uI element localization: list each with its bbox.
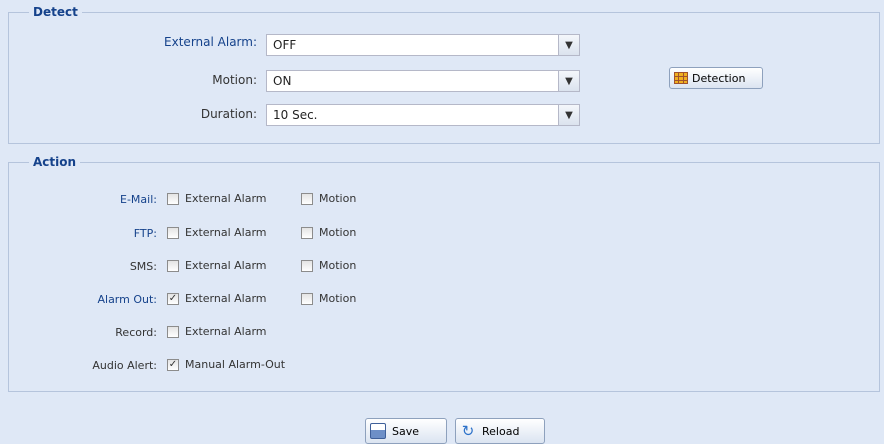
- sms-motion-option: Motion: [301, 259, 356, 272]
- external-alarm-select[interactable]: OFF ▼: [266, 34, 580, 56]
- ftp-external-alarm-label: External Alarm: [185, 226, 267, 239]
- detection-button[interactable]: Detection: [669, 67, 763, 89]
- alarm-out-label: Alarm Out:: [97, 293, 157, 306]
- ftp-external-alarm-checkbox[interactable]: [167, 226, 179, 239]
- action-legend: Action: [29, 155, 81, 169]
- alarm-out-external-alarm-label: External Alarm: [185, 292, 267, 305]
- audio-alert-manual-alarm-out-label: Manual Alarm-Out: [185, 358, 286, 371]
- sms-external-alarm-label: External Alarm: [185, 259, 267, 272]
- email-options: External Alarm: [167, 192, 267, 205]
- motion-select[interactable]: ON ▼: [266, 70, 580, 92]
- email-external-alarm-label: External Alarm: [185, 192, 267, 205]
- alarm-out-options: ✓ External Alarm: [167, 292, 267, 305]
- sms-motion-label: Motion: [319, 259, 357, 272]
- ftp-motion-checkbox[interactable]: [301, 226, 313, 239]
- record-options: External Alarm: [167, 325, 267, 338]
- audio-alert-options: ✓ Manual Alarm-Out: [167, 358, 285, 371]
- grid-icon: [674, 72, 688, 84]
- email-external-alarm-checkbox[interactable]: [167, 192, 179, 205]
- email-motion-option: Motion: [301, 192, 356, 205]
- record-label: Record:: [115, 326, 157, 339]
- sms-options: External Alarm: [167, 259, 267, 272]
- alarm-out-motion-label: Motion: [319, 292, 357, 305]
- audio-alert-label: Audio Alert:: [92, 359, 157, 372]
- action-section: Action E-Mail: External Alarm Motion FTP…: [8, 155, 880, 392]
- email-label: E-Mail:: [120, 193, 157, 206]
- alarm-out-motion-checkbox[interactable]: [301, 292, 313, 305]
- alarm-out-motion-option: Motion: [301, 292, 356, 305]
- reload-button[interactable]: ↻ Reload: [455, 418, 545, 444]
- chevron-down-icon[interactable]: ▼: [558, 71, 579, 91]
- record-external-alarm-label: External Alarm: [185, 325, 267, 338]
- sms-motion-checkbox[interactable]: [301, 259, 313, 272]
- sms-label: SMS:: [129, 260, 157, 273]
- floppy-disk-icon: [370, 423, 386, 439]
- refresh-icon: ↻: [461, 422, 475, 440]
- detection-label: Detection: [692, 71, 746, 85]
- sms-external-alarm-checkbox[interactable]: [167, 259, 179, 272]
- duration-label: Duration:: [200, 107, 257, 121]
- save-button[interactable]: Save: [365, 418, 447, 444]
- ftp-options: External Alarm: [167, 226, 267, 239]
- ftp-motion-label: Motion: [319, 226, 357, 239]
- record-external-alarm-checkbox[interactable]: [167, 325, 179, 338]
- external-alarm-value: OFF: [273, 38, 297, 52]
- chevron-down-icon[interactable]: ▼: [558, 35, 579, 55]
- ftp-label: FTP:: [133, 227, 157, 240]
- chevron-down-icon[interactable]: ▼: [558, 105, 579, 125]
- save-label: Save: [392, 424, 420, 438]
- external-alarm-label: External Alarm:: [164, 35, 257, 49]
- ftp-motion-option: Motion: [301, 226, 356, 239]
- email-motion-checkbox[interactable]: [301, 192, 313, 205]
- reload-label: Reload: [482, 424, 520, 438]
- motion-value: ON: [273, 74, 292, 88]
- detect-section: Detect External Alarm: OFF ▼ Motion: ON …: [8, 5, 880, 144]
- duration-select[interactable]: 10 Sec. ▼: [266, 104, 580, 126]
- duration-value: 10 Sec.: [273, 108, 318, 122]
- motion-label: Motion:: [212, 73, 257, 87]
- detect-legend: Detect: [29, 5, 82, 19]
- audio-alert-manual-alarm-out-checkbox[interactable]: ✓: [167, 358, 179, 371]
- email-motion-label: Motion: [319, 192, 357, 205]
- alarm-out-external-alarm-checkbox[interactable]: ✓: [167, 292, 179, 305]
